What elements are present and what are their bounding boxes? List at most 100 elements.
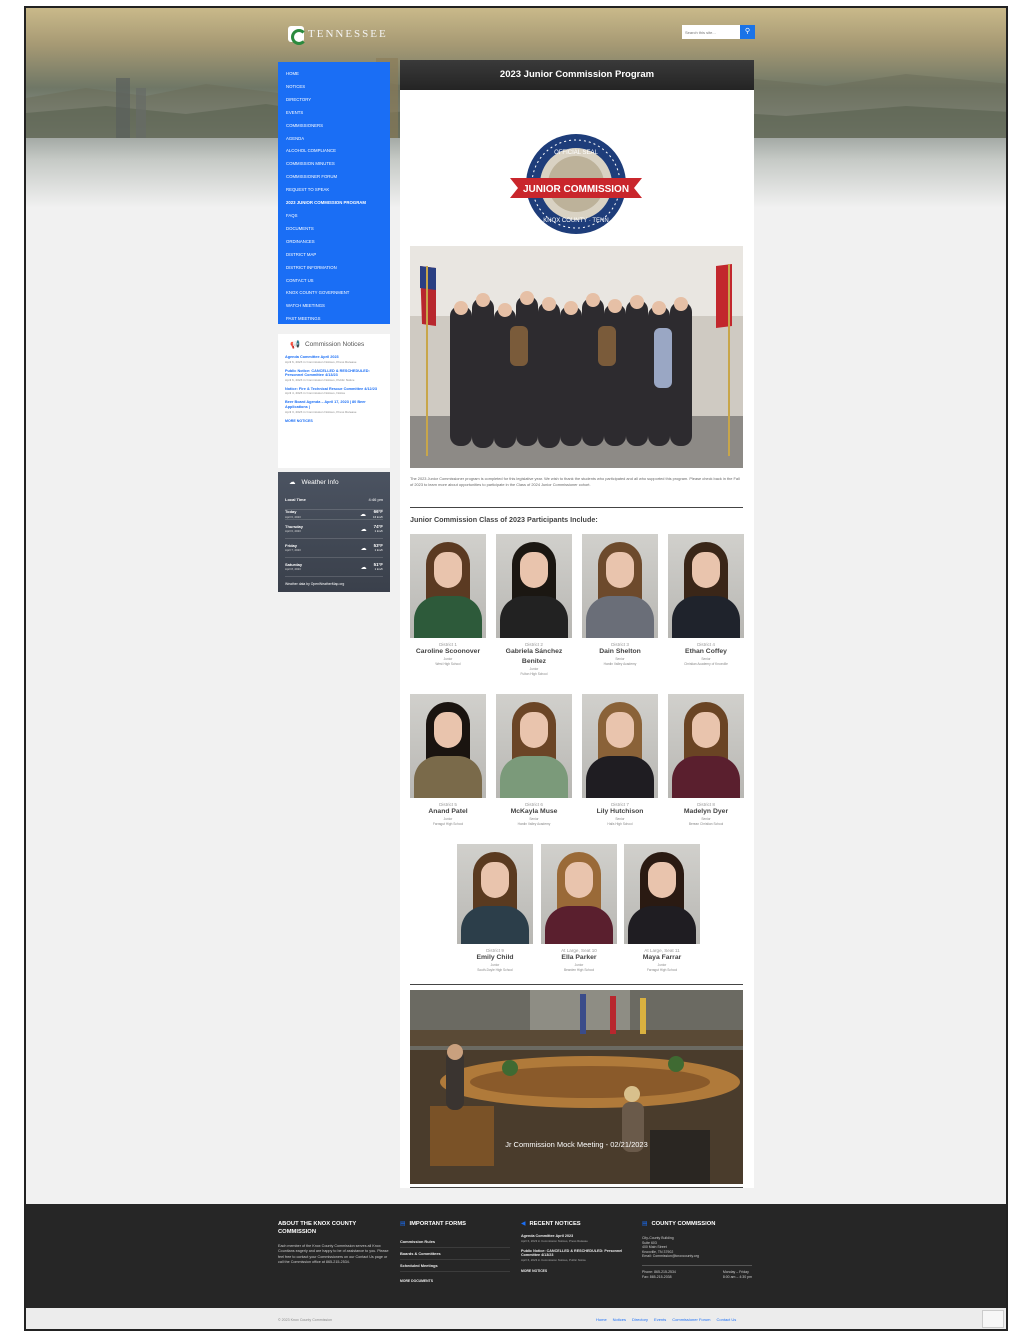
footer-county-title: COUNTY COMMISSION — [651, 1221, 716, 1227]
notice-title-link[interactable]: Public Notice: CANCELLED & RESCHEDULED: … — [285, 369, 383, 378]
commission-notices-widget: 📢 Commission Notices Agenda Committee Ap… — [278, 334, 390, 468]
county-days: Monday – Friday — [722, 1269, 749, 1274]
weather-day: Saturday April 8, 2023 — [285, 562, 302, 572]
participant-name: Ethan Coffey — [685, 648, 727, 655]
mock-meeting-photo — [410, 990, 743, 1184]
footer-notice-link[interactable]: Public Notice: CANCELLED & RESCHEDULED: … — [521, 1249, 631, 1258]
participant-school: Christian Academy of Knoxville — [684, 662, 728, 666]
nav-item[interactable]: HOME — [286, 68, 390, 81]
weather-reading: ☁ 51°F 1 km/h — [361, 562, 383, 572]
photo-clothing — [586, 596, 654, 638]
nav-item[interactable]: NOTICES — [286, 81, 390, 94]
nav-item[interactable]: AGENDA — [286, 133, 390, 146]
notice-meta: April 3, 2023 in Commission Notices, Pre… — [285, 409, 357, 414]
weather-temp: 51°F 1 km/h — [374, 562, 383, 572]
weather-reading: ☁ 66°F 16 km/h — [360, 509, 383, 519]
participant-photo — [410, 694, 486, 798]
photo-face — [565, 862, 593, 898]
bottom-link[interactable]: Notices — [613, 1317, 626, 1322]
nav-item[interactable]: DISTRICT MAP — [286, 249, 390, 262]
weather-days: Today April 6, 2023 ☁ 66°F 16 km/h Thursday Ap… — [285, 509, 383, 577]
participant-name: Maya Farrar — [642, 954, 682, 961]
footer-more-notices-link[interactable]: MORE NOTICES — [521, 1269, 631, 1273]
footer-forms-heading: ▤ IMPORTANT FORMS — [400, 1220, 510, 1228]
nav-item[interactable]: WATCH MEETINGS — [286, 300, 390, 313]
participant-school: Berean Christian School — [688, 822, 724, 826]
participant-card: District 5 Anand Patel Junior Farragut High… — [410, 694, 486, 826]
county-hours: 8:00 am – 4:30 pm — [722, 1274, 752, 1279]
weather-credit[interactable]: Weather data by OpenWeatherMap.org — [285, 582, 383, 586]
participant-name: Emily Child — [476, 954, 514, 961]
bottom-link[interactable]: Contact Us — [717, 1317, 737, 1322]
more-documents-link[interactable]: MORE DOCUMENTS — [400, 1279, 510, 1283]
local-time-label: Local Time — [285, 496, 306, 502]
participant-photo — [668, 534, 744, 638]
sidebar-nav: HOME NOTICES DIRECTORY EVENTS COMMISSIONERS A… — [278, 62, 390, 324]
photo-clothing — [545, 906, 613, 944]
participant-card: At Large, Seat 10 Ella Parker Junior Bearde… — [541, 844, 617, 972]
photo-clothing — [586, 756, 654, 798]
photo-face — [692, 552, 720, 588]
mock-meeting-slideshow[interactable]: Jr Commission Mock Meeting - 02/21/2023 — [410, 990, 743, 1184]
notice-meta: April 6, 2023 in Commission Notices, Pre… — [285, 359, 357, 364]
nav-item[interactable]: REQUEST TO SPEAK — [286, 184, 390, 197]
weather-date: April 8, 2023 — [285, 567, 301, 571]
nav-item[interactable]: COMMISSIONERS — [286, 120, 390, 133]
notices-title: Commission Notices — [304, 341, 365, 348]
participant-photo — [496, 534, 572, 638]
nav-item[interactable]: 2023 JUNIOR COMMISSION PROGRAM — [286, 197, 390, 210]
search-bar: ⚲ — [682, 25, 755, 39]
notice-title-link[interactable]: Beer Board Agenda – April 17, 2023 | 80 … — [285, 400, 383, 409]
seal-banner-text: JUNIOR COMMISSION — [523, 184, 629, 195]
cloud-icon: ☁ — [360, 512, 367, 518]
participant-card: At Large, Seat 11 Maya Farrar Junior Farrag… — [624, 844, 700, 972]
browser-frame: TENNESSEE ⚲ HOMENOTICESDIRECTORYEVENTSCO… — [24, 6, 1008, 1331]
nav-item[interactable]: DIRECTORY — [286, 94, 390, 107]
participant-name: Caroline Scoonover — [415, 648, 481, 655]
divider — [410, 507, 743, 508]
nav-item[interactable]: COMMISSIONER FORUM — [286, 171, 390, 184]
nav-item[interactable]: DISTRICT INFORMATION — [286, 262, 390, 275]
search-button[interactable]: ⚲ — [740, 25, 755, 39]
nav-item[interactable]: DOCUMENTS — [286, 223, 390, 236]
cloud-icon: ☁ — [289, 479, 296, 486]
bottom-link[interactable]: Directory — [632, 1317, 648, 1322]
participant-school: Halls High School — [607, 822, 633, 826]
nav-item[interactable]: CONTACT US — [286, 275, 390, 288]
copyright: © 2023 Knox County Commission — [278, 1318, 332, 1322]
local-time-value: 4:46 pm — [368, 496, 383, 502]
footer-about-text: Each member of the Knox County Commissio… — [278, 1244, 389, 1265]
participant-photo — [624, 844, 700, 944]
nav-item[interactable]: ORDINANCES — [286, 236, 390, 249]
photo-face — [520, 712, 548, 748]
bottom-link[interactable]: Events — [654, 1317, 666, 1322]
participant-school: Fulton High School — [520, 672, 548, 676]
weather-day-row: Today April 6, 2023 ☁ 66°F 16 km/h — [285, 509, 383, 520]
weather-wind: 16 km/h — [373, 514, 383, 519]
weather-temp-value: 66°F — [373, 509, 383, 515]
photo-clothing — [672, 756, 740, 798]
bottom-link[interactable]: Commissioner Forum — [672, 1317, 710, 1322]
participant-photo — [496, 694, 572, 798]
participant-school: Hardin Valley Academy — [603, 662, 637, 666]
weather-header: ☁ Weather Info — [285, 478, 383, 487]
photo-face — [520, 552, 548, 588]
weather-date: April 6, 2023 — [285, 514, 301, 519]
footer-form-link[interactable]: Commission Rules — [400, 1236, 510, 1248]
main-content: 2023 Junior Commission Program JUNIOR CO… — [400, 60, 754, 1188]
page-title: 2023 Junior Commission Program — [400, 60, 754, 90]
nav-item[interactable]: COMMISSION MINUTES — [286, 158, 390, 171]
footer-form-link[interactable]: Boards & Committees — [400, 1248, 510, 1260]
bottom-link[interactable]: Home — [596, 1317, 607, 1322]
footer-form-link[interactable]: Scheduled Meetings — [400, 1260, 510, 1272]
nav-item[interactable]: EVENTS — [286, 107, 390, 120]
site-logo[interactable]: TENNESSEE — [288, 26, 388, 45]
more-notices-link[interactable]: MORE NOTICES — [285, 419, 383, 423]
recaptcha-badge[interactable] — [982, 1310, 1004, 1328]
nav-item[interactable]: ALCOHOL COMPLIANCE — [286, 145, 390, 158]
notice-item: Public Notice: CANCELLED & RESCHEDULED: … — [285, 369, 383, 382]
nav-item[interactable]: KNOX COUNTY GOVERNMENT — [286, 287, 390, 300]
nav-item[interactable]: FAQS — [286, 210, 390, 223]
nav-item[interactable]: PAST MEETINGS — [286, 313, 390, 326]
search-input[interactable] — [682, 25, 740, 39]
